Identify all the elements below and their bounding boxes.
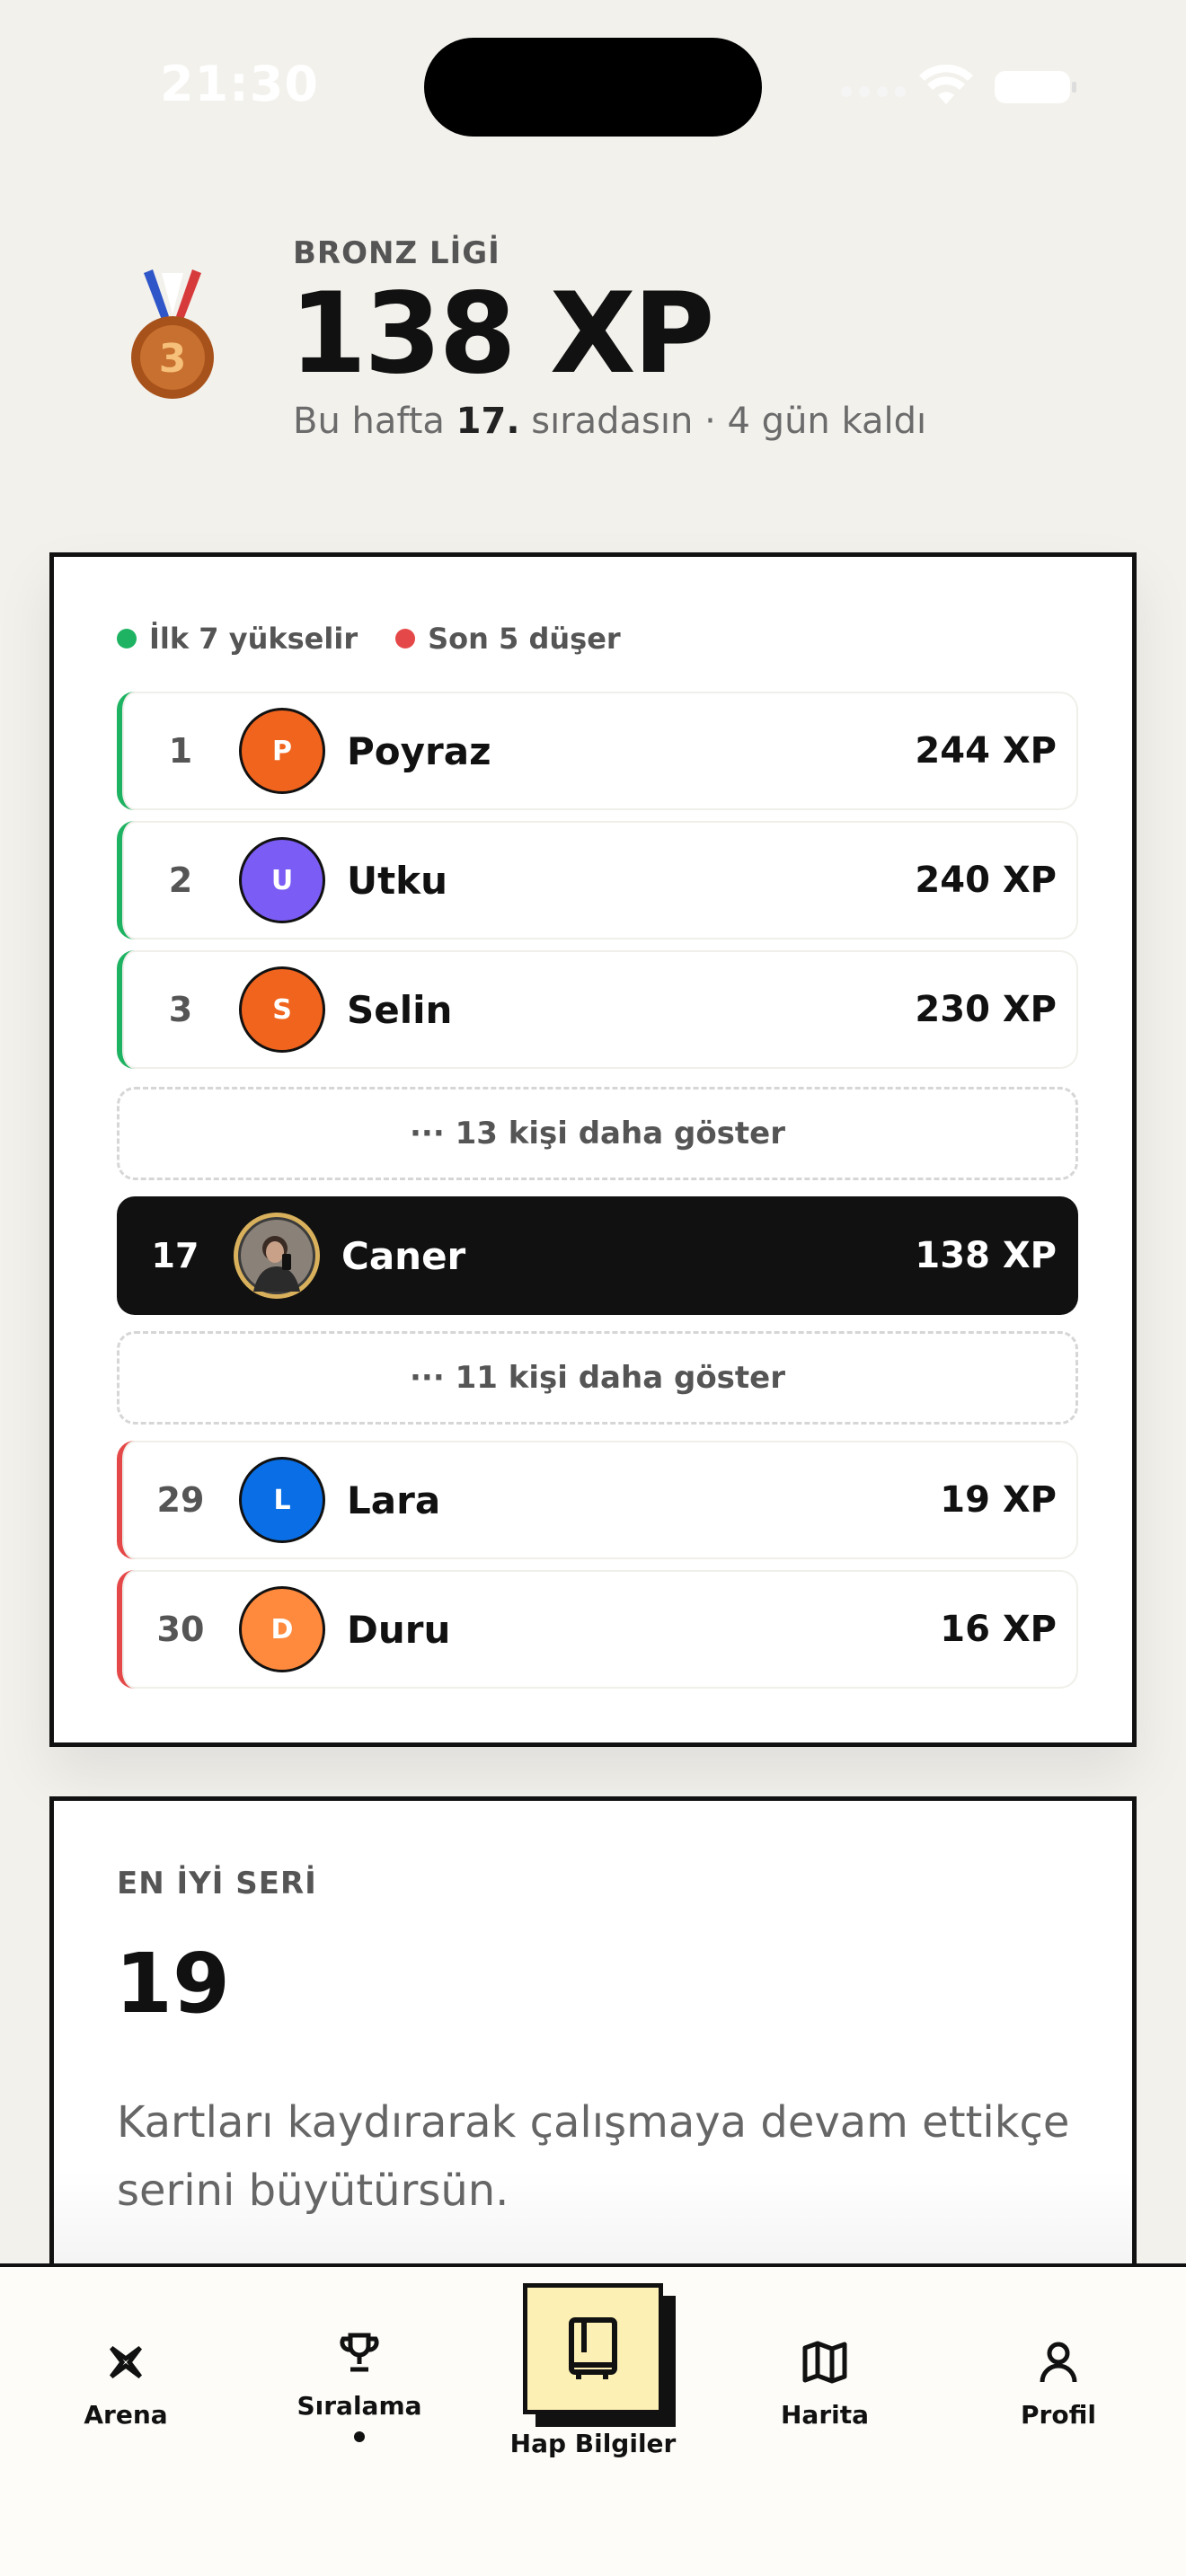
green-dot-icon — [117, 629, 137, 648]
avatar: D — [239, 1586, 325, 1672]
avatar: L — [239, 1457, 325, 1543]
nav-profile[interactable]: Profil — [960, 2341, 1157, 2430]
leaderboard-card: İlk 7 yükselir Son 5 düşer 1 P Poyraz 24… — [49, 552, 1137, 1747]
dynamic-island — [424, 38, 762, 137]
row-rank: 17 — [151, 1236, 199, 1275]
row-name: Lara — [347, 1478, 441, 1522]
show-more-bottom-button[interactable]: ··· 11 kişi daha göster — [117, 1331, 1078, 1425]
row-xp: 244 XP — [915, 730, 1057, 772]
league-name: BRONZ LİGİ — [293, 235, 500, 271]
red-dot-icon — [395, 629, 416, 648]
nav-arena-label: Arena — [84, 2400, 168, 2430]
best-streak-card: EN İYİ SERİ 19 Kartları kaydırarak çalış… — [49, 1796, 1137, 2335]
user-photo-avatar — [234, 1213, 320, 1299]
legend-promote: İlk 7 yükselir — [117, 622, 358, 656]
legend-relegate-label: Son 5 düşer — [428, 622, 621, 656]
row-rank: 3 — [168, 990, 193, 1029]
legend: İlk 7 yükselir Son 5 düşer — [117, 622, 659, 656]
row-xp: 16 XP — [940, 1609, 1057, 1650]
wifi-icon — [919, 65, 973, 104]
leaderboard-row[interactable]: 1 P Poyraz 244 XP — [117, 692, 1078, 810]
legend-promote-label: İlk 7 yükselir — [149, 622, 358, 656]
cellular-signal-icon — [841, 86, 906, 97]
avatar: U — [239, 837, 325, 923]
arena-icon — [110, 2346, 142, 2378]
total-xp: 138 XP — [289, 269, 714, 399]
show-more-top-button[interactable]: ··· 13 kişi daha göster — [117, 1087, 1078, 1180]
nav-arena[interactable]: Arena — [27, 2341, 225, 2430]
streak-label: EN İYİ SERİ — [117, 1866, 317, 1901]
streak-description: Kartları kaydırarak çalışmaya devam etti… — [117, 2097, 1070, 2216]
week-suffix: sıradasın · 4 gün kaldı — [519, 401, 927, 442]
map-icon — [802, 2341, 847, 2384]
current-user-row[interactable]: 17 Caner 138 XP — [117, 1196, 1078, 1315]
row-xp: 138 XP — [915, 1235, 1057, 1276]
week-status: Bu hafta 17. sıradasın · 4 gün kaldı — [293, 401, 926, 442]
nav-ranking[interactable]: Sıralama — [261, 2332, 458, 2442]
row-rank: 2 — [168, 860, 193, 900]
leaderboard-row[interactable]: 29 L Lara 19 XP — [117, 1441, 1078, 1559]
battery-icon — [995, 71, 1076, 103]
leaderboard-row[interactable]: 3 S Selin 230 XP — [117, 950, 1078, 1069]
nav-profile-label: Profil — [1021, 2400, 1096, 2430]
book-icon — [569, 2317, 617, 2379]
user-photo-icon — [241, 1220, 313, 1292]
row-name: Selin — [347, 987, 453, 1032]
row-xp: 240 XP — [915, 860, 1057, 901]
row-name: Duru — [347, 1607, 451, 1652]
avatar: P — [239, 708, 325, 794]
avatar: S — [239, 966, 325, 1053]
streak-value: 19 — [115, 1936, 231, 2032]
row-rank: 29 — [156, 1480, 205, 1520]
row-name: Utku — [347, 858, 448, 903]
row-name: Poyraz — [347, 728, 491, 773]
row-rank: 30 — [156, 1610, 205, 1649]
leaderboard-row[interactable]: 2 U Utku 240 XP — [117, 821, 1078, 940]
row-xp: 19 XP — [940, 1479, 1057, 1521]
status-time: 21:30 — [160, 56, 319, 112]
bronze-medal-icon: 3 — [131, 269, 214, 399]
week-prefix: Bu hafta — [293, 401, 456, 442]
medal-number: 3 — [159, 336, 187, 382]
nav-map-label: Harita — [780, 2400, 869, 2430]
week-rank: 17. — [456, 401, 520, 442]
legend-relegate: Son 5 düşer — [395, 622, 621, 656]
nav-center-button[interactable] — [523, 2283, 663, 2414]
profile-icon — [1040, 2342, 1077, 2383]
row-xp: 230 XP — [915, 989, 1057, 1030]
row-rank: 1 — [168, 731, 193, 771]
nav-map[interactable]: Harita — [726, 2341, 924, 2430]
leaderboard-row[interactable]: 30 D Duru 16 XP — [117, 1570, 1078, 1689]
nav-ranking-label: Sıralama — [296, 2391, 422, 2421]
row-name: Caner — [341, 1233, 466, 1278]
active-indicator-dot — [354, 2431, 365, 2442]
trophy-icon — [340, 2333, 379, 2372]
nav-center-label[interactable]: Hap Bilgiler — [503, 2429, 683, 2458]
